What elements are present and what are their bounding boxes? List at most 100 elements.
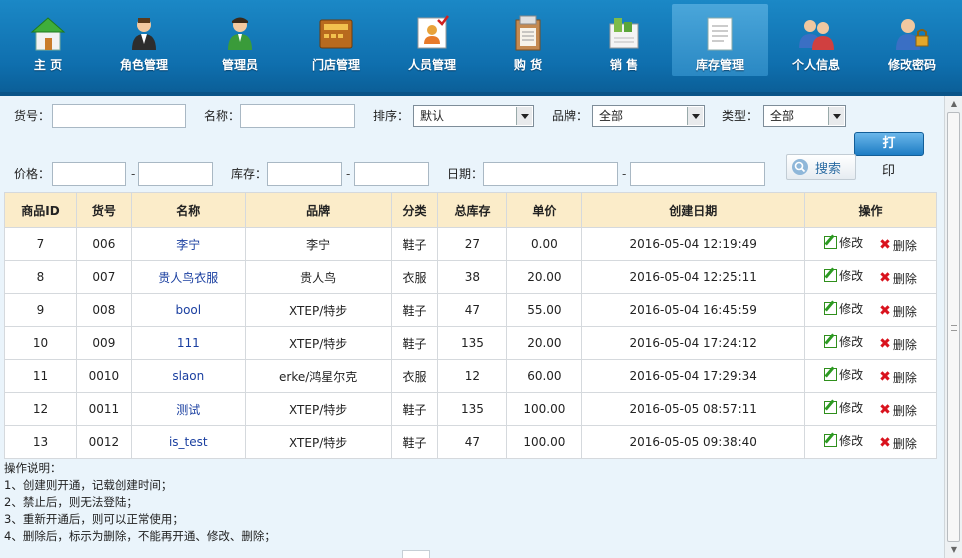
- delete-label: 删除: [892, 304, 917, 319]
- price-to-input[interactable]: [138, 162, 213, 186]
- edit-label: 修改: [839, 236, 864, 251]
- column-header: 总库存: [437, 192, 508, 228]
- delete-button[interactable]: ✖ 删除: [879, 369, 917, 386]
- delete-x-icon: ✖: [879, 237, 891, 254]
- brand-select[interactable]: 全部: [592, 105, 705, 127]
- brand-select-value: 全部: [599, 109, 624, 123]
- edit-button[interactable]: 修改: [824, 366, 863, 383]
- cell-category: 衣服: [390, 260, 439, 294]
- nav-item[interactable]: 人员管理: [384, 0, 480, 84]
- delete-button[interactable]: ✖ 删除: [879, 303, 917, 320]
- edit-icon: [824, 302, 838, 316]
- column-header: 名称: [130, 192, 246, 228]
- cell-stock: 135: [437, 326, 508, 360]
- chevron-down-icon[interactable]: [687, 107, 703, 125]
- pager[interactable]: [402, 550, 430, 558]
- cell-id: 7: [4, 227, 77, 261]
- delete-button[interactable]: ✖ 删除: [879, 402, 917, 419]
- product-name-link[interactable]: slaon: [172, 369, 204, 383]
- edit-button[interactable]: 修改: [824, 432, 863, 449]
- chevron-down-icon[interactable]: [828, 107, 844, 125]
- scrollbar-thumb[interactable]: [947, 112, 960, 542]
- delete-label: 删除: [892, 403, 917, 418]
- name-input[interactable]: [240, 104, 355, 128]
- nav-item[interactable]: 主 页: [0, 0, 96, 84]
- delete-button[interactable]: ✖ 删除: [879, 435, 917, 452]
- nav-item[interactable]: 角色管理: [96, 0, 192, 84]
- cell-category: 鞋子: [390, 392, 439, 426]
- cell-price: 20.00: [506, 260, 583, 294]
- print-button[interactable]: 打: [854, 132, 924, 156]
- cell-id: 13: [4, 425, 77, 459]
- cell-sku: 006: [75, 227, 132, 261]
- delete-button[interactable]: ✖ 删除: [879, 237, 917, 254]
- sku-input[interactable]: [52, 104, 186, 128]
- edit-button[interactable]: 修改: [824, 333, 863, 350]
- cell-sku: 007: [75, 260, 132, 294]
- nav-item[interactable]: 修改密码: [864, 0, 960, 84]
- scroll-down-arrow-icon[interactable]: ▼: [948, 544, 960, 556]
- nav-item[interactable]: 购 货: [480, 0, 576, 84]
- delete-button[interactable]: ✖ 删除: [879, 336, 917, 353]
- edit-icon: [824, 368, 838, 382]
- delete-button[interactable]: ✖ 删除: [879, 270, 917, 287]
- nav-item[interactable]: 个人信息: [768, 0, 864, 84]
- delete-label: 删除: [892, 238, 917, 253]
- delete-label: 删除: [892, 436, 917, 451]
- product-name-link[interactable]: bool: [175, 303, 201, 317]
- edit-button[interactable]: 修改: [824, 399, 863, 416]
- cell-price: 0.00: [506, 227, 583, 261]
- nav-item-label: 人员管理: [407, 58, 456, 72]
- date-to-input[interactable]: [630, 162, 765, 186]
- search-icon: [792, 159, 808, 175]
- delete-x-icon: ✖: [879, 303, 891, 320]
- cell-name: 李宁: [130, 227, 246, 261]
- product-name-link[interactable]: 111: [177, 336, 200, 350]
- scroll-up-arrow-icon[interactable]: ▲: [948, 98, 960, 110]
- chevron-down-icon[interactable]: [516, 107, 532, 125]
- sort-select[interactable]: 默认: [413, 105, 534, 127]
- delete-x-icon: ✖: [879, 336, 891, 353]
- cell-sku: 008: [75, 293, 132, 327]
- cell-id: 8: [4, 260, 77, 294]
- product-name-link[interactable]: 贵人鸟衣服: [158, 271, 218, 285]
- notes-line: 2、禁止后，则无法登陆；: [4, 495, 138, 509]
- nav-item[interactable]: 库存管理: [672, 4, 768, 76]
- price-from-input[interactable]: [52, 162, 126, 186]
- edit-button[interactable]: 修改: [824, 267, 863, 284]
- delete-x-icon: ✖: [879, 435, 891, 452]
- cell-created: 2016-05-04 16:45:59: [581, 293, 806, 327]
- nav-item-label: 管理员: [221, 58, 258, 72]
- product-name-link[interactable]: is_test: [169, 435, 208, 449]
- inventory-table: 商品ID 货号 名称 品牌 分类 总库存 单价 创建日期 操作 7 006 李宁 李宁 鞋子 27 0.00…: [4, 192, 937, 459]
- table-body: 7 006 李宁 李宁 鞋子 27 0.00 2016-05-04 12:19:49 修改 ✖ 删除…: [4, 227, 937, 459]
- table-row: 12 0011 测试 XTEP/特步 鞋子 135 100.00 2016-05-05 08:…: [4, 392, 937, 426]
- cell-stock: 47: [437, 425, 508, 459]
- product-name-link[interactable]: 测试: [176, 403, 200, 417]
- stock-to-input[interactable]: [354, 162, 429, 186]
- stock-from-input[interactable]: [267, 162, 342, 186]
- staff-icon: [412, 14, 452, 52]
- cell-brand: XTEP/特步: [244, 425, 392, 459]
- cell-category: 鞋子: [390, 326, 439, 360]
- vertical-scrollbar[interactable]: ▲ ▼: [944, 96, 962, 558]
- delete-x-icon: ✖: [879, 270, 891, 287]
- table-row: 11 0010 slaon erke/鸿星尔克 衣服 12 60.00 2016-05-04 …: [4, 359, 937, 393]
- cell-stock: 27: [437, 227, 508, 261]
- admin-icon: [220, 14, 260, 52]
- nav-item[interactable]: 管理员: [192, 0, 288, 84]
- edit-icon: [824, 236, 838, 250]
- date-from-input[interactable]: [483, 162, 618, 186]
- nav-item[interactable]: 销 售: [576, 0, 672, 84]
- cell-sku: 0012: [75, 425, 132, 459]
- cell-name: 111: [130, 326, 246, 360]
- cell-name: 贵人鸟衣服: [130, 260, 246, 294]
- edit-button[interactable]: 修改: [824, 300, 863, 317]
- edit-label: 修改: [839, 434, 864, 449]
- nav-item[interactable]: 门店管理: [288, 0, 384, 84]
- type-select[interactable]: 全部: [763, 105, 846, 127]
- cell-category: 鞋子: [390, 425, 439, 459]
- search-button[interactable]: 搜索: [786, 154, 856, 180]
- edit-button[interactable]: 修改: [824, 234, 863, 251]
- product-name-link[interactable]: 李宁: [176, 238, 200, 252]
